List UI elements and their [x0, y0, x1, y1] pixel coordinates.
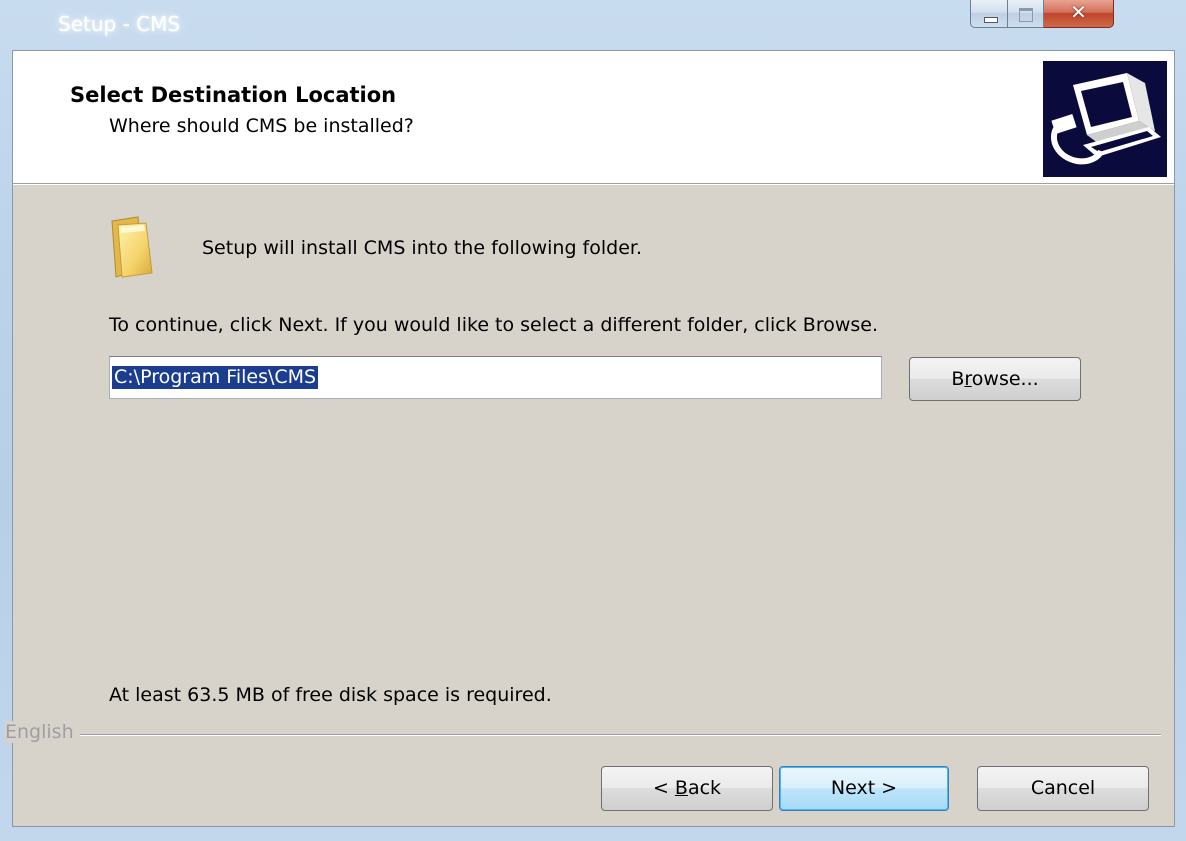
footer-divider — [13, 734, 1161, 736]
back-label-accel: B — [674, 777, 688, 799]
window-title: Setup - CMS — [58, 12, 181, 36]
window-bottom-edge — [0, 827, 1186, 841]
browse-label-accel: r — [964, 368, 972, 390]
browse-label-end: owse... — [971, 368, 1039, 390]
cancel-button[interactable]: Cancel — [977, 766, 1149, 811]
page-subtitle: Where should CMS be installed? — [109, 115, 414, 137]
window-controls: ✕ — [970, 0, 1114, 28]
wizard-body: Select Destination Location Where should… — [5, 50, 1175, 827]
back-button[interactable]: < Back — [601, 766, 773, 811]
minimize-icon — [984, 17, 998, 23]
minimize-button[interactable] — [970, 0, 1008, 28]
next-button[interactable]: Next > — [779, 766, 949, 811]
destination-path-value: C:\Program Files\CMS — [112, 366, 319, 389]
instruction-text: To continue, click Next. If you would li… — [109, 314, 879, 336]
title-bar[interactable]: Setup - CMS ✕ — [0, 0, 1186, 50]
maximize-button — [1008, 0, 1044, 28]
close-icon: ✕ — [1070, 0, 1087, 24]
browse-label-start: B — [951, 368, 965, 390]
maximize-icon — [1019, 8, 1033, 22]
destination-path-input[interactable]: C:\Program Files\CMS — [109, 356, 882, 399]
back-label-end: ack — [687, 777, 722, 799]
computer-install-icon — [1043, 61, 1167, 177]
folder-icon — [108, 215, 162, 279]
language-label: English — [5, 721, 80, 743]
wizard-header: Select Destination Location Where should… — [13, 51, 1174, 184]
setup-window: Setup - CMS ✕ Select Destination Locatio… — [0, 0, 1186, 841]
disk-space-text: At least 63.5 MB of free disk space is r… — [109, 684, 552, 706]
intro-text: Setup will install CMS into the followin… — [202, 237, 642, 259]
back-label-start: < — [652, 777, 675, 799]
browse-button[interactable]: Browse... — [909, 357, 1081, 401]
close-button[interactable]: ✕ — [1044, 0, 1114, 28]
page-title: Select Destination Location — [70, 83, 397, 107]
